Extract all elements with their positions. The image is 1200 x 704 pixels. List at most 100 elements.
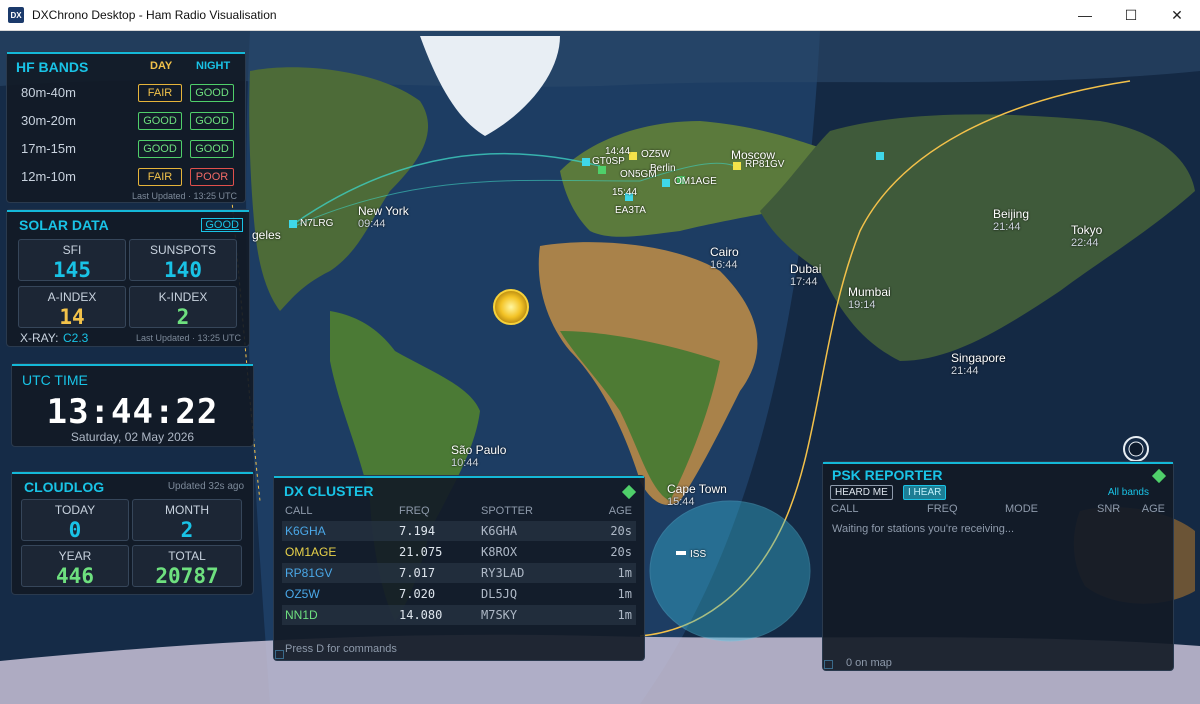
city-label-singapore[interactable]: Singapore 21:44 — [951, 352, 1006, 378]
tab-i-hear[interactable]: I HEAR — [903, 485, 947, 500]
band-night-status: POOR — [190, 168, 234, 186]
city-label-tokyo[interactable]: Tokyo 22:44 — [1071, 224, 1102, 250]
city-label-dubai[interactable]: Dubai 17:44 — [790, 263, 821, 289]
dx-freq: 21.075 — [399, 545, 443, 559]
spot-marker[interactable] — [733, 162, 741, 170]
month-value: 2 — [180, 518, 194, 542]
iss-marker-icon[interactable] — [676, 551, 686, 555]
callsign-label-gt0sp[interactable]: GT0SP — [592, 155, 625, 168]
city-label-new-york[interactable]: New York 09:44 — [358, 205, 409, 231]
city-name: Dubai — [790, 262, 822, 276]
year-label: YEAR — [58, 549, 92, 563]
city-time: 22:44 — [1071, 237, 1099, 249]
dx-call: K6GHA — [285, 524, 326, 538]
city-label-cape-town[interactable]: Cape Town 15:44 — [667, 483, 727, 509]
dx-spotter: K8ROX — [481, 545, 518, 559]
dx-spotter: K6GHA — [481, 524, 518, 538]
sfi-stat: SFI 145 — [18, 239, 126, 282]
hf-bands-panel: HF BANDS DAY NIGHT 80m-40m FAIR GOOD 30m… — [6, 51, 246, 203]
callsign-label-n7lrg[interactable]: N7LRG — [300, 217, 333, 230]
city-label-cairo[interactable]: Cairo 16:44 — [710, 246, 739, 272]
resize-handle-icon[interactable] — [275, 650, 284, 659]
band-night-status: GOOD — [190, 112, 234, 130]
k-index-stat: K-INDEX 2 — [129, 286, 237, 329]
dx-cluster-row[interactable]: OM1AGE 21.075 K8ROX 20s — [282, 542, 636, 562]
psk-reporter-title: PSK REPORTER — [832, 467, 943, 483]
spot-marker[interactable] — [876, 152, 884, 160]
hf-bands-title: HF BANDS — [16, 59, 89, 75]
spot-marker[interactable] — [662, 179, 670, 187]
dx-age: 1m — [617, 587, 632, 601]
dx-cluster-row[interactable]: OZ5W 7.020 DL5JQ 1m — [282, 584, 636, 604]
dx-cluster-row[interactable]: NN1D 14.080 M7SKY 1m — [282, 605, 636, 625]
band-label: 17m-15m — [21, 141, 76, 156]
month-label: MONTH — [165, 503, 209, 517]
band-filter-select[interactable]: All bands — [1108, 487, 1149, 498]
iss-footprint — [649, 500, 811, 642]
col-call: CALL — [285, 505, 313, 517]
xray-label: X-RAY: — [20, 331, 59, 345]
band-day-status: GOOD — [138, 112, 182, 130]
close-button[interactable]: ✕ — [1154, 0, 1200, 30]
connection-status-icon — [621, 484, 637, 500]
hf-updated-text: Last Updated · 13:25 UTC — [131, 191, 237, 201]
today-stat: TODAY 0 — [21, 499, 129, 542]
sfi-label: SFI — [62, 243, 82, 257]
world-map[interactable]: New York 09:44 N7LRG geles São Paulo 10:… — [0, 31, 1200, 704]
callsign-label-oz5w[interactable]: OZ5W — [641, 148, 670, 161]
callsign-label-ea3ta[interactable]: EA3TA — [615, 204, 646, 217]
panel-accent-line — [823, 462, 1173, 464]
panel-accent-line — [7, 52, 245, 54]
callsign-label-on5gm[interactable]: ON5GM — [620, 168, 657, 181]
dx-call: OZ5W — [285, 587, 320, 601]
spot-marker[interactable] — [289, 220, 297, 228]
col-freq: FREQ — [927, 503, 958, 515]
solar-data-panel: SOLAR DATA GOOD SFI 145 SUNSPOTS 140 A-I… — [6, 209, 250, 347]
psk-waiting-text: Waiting for stations you're receiving... — [832, 523, 1015, 535]
tab-heard-me[interactable]: HEARD ME — [830, 485, 893, 500]
minimize-button[interactable]: — — [1062, 0, 1108, 30]
city-label-los-angeles[interactable]: geles — [252, 229, 281, 242]
dx-cluster-row[interactable]: K6GHA 7.194 K6GHA 20s — [282, 521, 636, 541]
dx-cluster-title: DX CLUSTER — [284, 483, 374, 499]
total-stat: TOTAL 20787 — [132, 545, 242, 588]
city-label-beijing[interactable]: Beijing 21:44 — [993, 208, 1029, 234]
city-name: Tokyo — [1071, 223, 1103, 237]
spot-marker[interactable] — [629, 152, 637, 160]
solar-data-title: SOLAR DATA — [19, 217, 109, 233]
city-name: Beijing — [993, 207, 1030, 221]
city-name: Singapore — [951, 351, 1006, 365]
resize-handle-icon[interactable] — [824, 660, 833, 669]
callsign-label-om1age[interactable]: OM1AGE — [674, 175, 717, 188]
month-stat: MONTH 2 — [132, 499, 242, 542]
col-age: AGE — [1141, 503, 1165, 515]
title-bar[interactable]: DX DXChrono Desktop - Ham Radio Visualis… — [0, 0, 1200, 31]
sunspots-value: 140 — [164, 258, 202, 282]
spot-marker[interactable] — [582, 158, 590, 166]
band-label: 12m-10m — [21, 169, 76, 184]
band-label: 80m-40m — [21, 85, 76, 100]
dx-spotter: RY3LAD — [481, 566, 525, 580]
city-label-mumbai[interactable]: Mumbai 19:14 — [848, 286, 891, 312]
city-label-sao-paulo[interactable]: São Paulo 10:44 — [451, 444, 506, 470]
band-day-status: FAIR — [138, 168, 182, 186]
utc-clock: 13:44:22 — [46, 392, 219, 432]
city-time: 21:44 — [951, 365, 979, 377]
dx-cluster-row[interactable]: RP81GV 7.017 RY3LAD 1m — [282, 563, 636, 583]
band-day-status: GOOD — [138, 140, 182, 158]
sunspots-label: SUNSPOTS — [149, 243, 216, 257]
total-label: TOTAL — [168, 549, 206, 563]
k-index-value: 2 — [176, 305, 190, 329]
callsign-label-rp81gv[interactable]: RP81GV — [745, 158, 784, 171]
utc-date: Saturday, 02 May 2026 — [70, 430, 195, 444]
connection-status-icon — [1151, 468, 1167, 484]
day-column-label: DAY — [150, 60, 173, 72]
today-value: 0 — [68, 518, 82, 542]
dx-age: 1m — [617, 566, 632, 580]
psk-reporter-panel: PSK REPORTER HEARD ME I HEAR All bands C… — [822, 461, 1174, 671]
panel-accent-line — [12, 364, 253, 366]
col-snr: SNR — [1097, 503, 1121, 515]
band-label: 30m-20m — [21, 113, 76, 128]
dx-call: OM1AGE — [285, 545, 337, 559]
maximize-button[interactable]: ☐ — [1108, 0, 1154, 30]
